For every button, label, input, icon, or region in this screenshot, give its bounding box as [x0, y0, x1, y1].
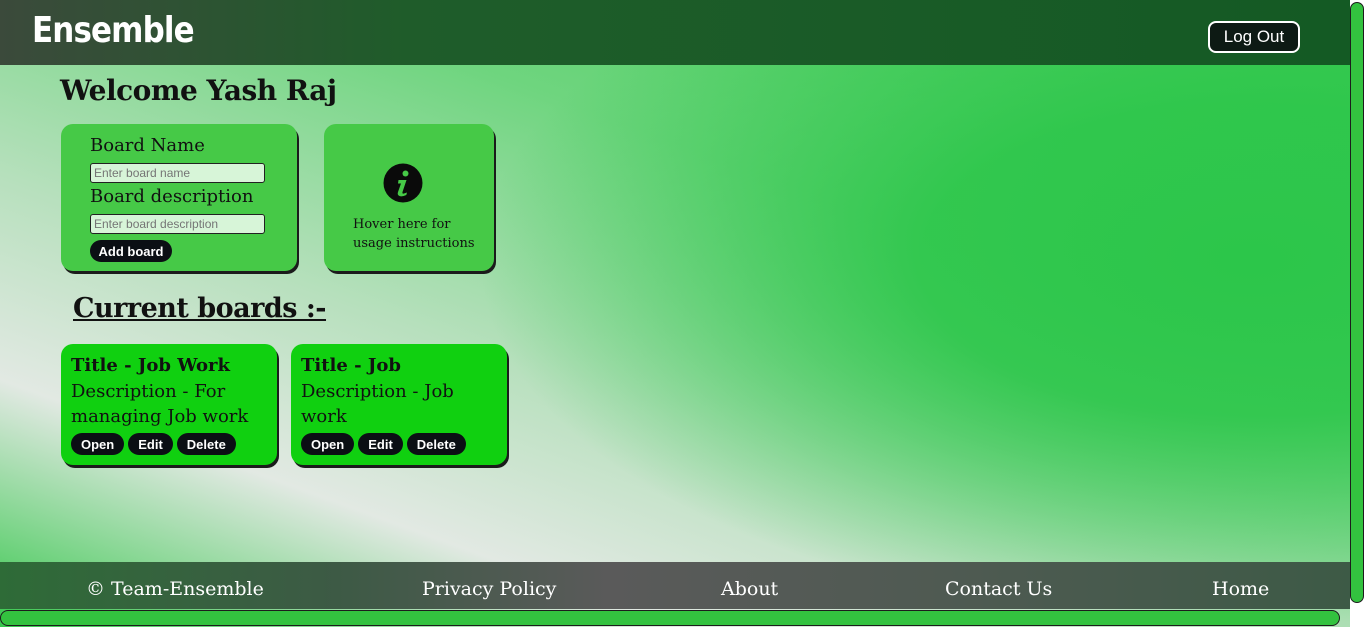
footer-copyright: © Team-Ensemble [86, 578, 264, 600]
current-boards-heading: Current boards :- [73, 293, 327, 324]
footer-link-about[interactable]: About [721, 578, 778, 600]
footer: © Team-Ensemble Privacy Policy About Con… [0, 562, 1350, 609]
open-board-button[interactable]: Open [71, 433, 125, 455]
board-actions: Open Edit Delete [71, 433, 236, 455]
footer-link-contact[interactable]: Contact Us [945, 578, 1052, 600]
welcome-heading: Welcome Yash Raj [60, 74, 337, 107]
board-description-label: Board description [90, 186, 254, 207]
delete-board-button[interactable]: Delete [406, 433, 466, 455]
add-board-card: Board Name Board description Add board [61, 124, 297, 271]
board-title: Title - Job [301, 355, 401, 376]
edit-board-button[interactable]: Edit [358, 433, 403, 455]
board-title: Title - Job Work [71, 355, 230, 376]
info-icon [383, 163, 423, 203]
logout-button[interactable]: Log Out [1208, 21, 1300, 53]
board-name-label: Board Name [90, 135, 205, 156]
board-card: Title - Job Work Description - For manag… [61, 344, 277, 465]
footer-link-home[interactable]: Home [1212, 578, 1269, 600]
page: Ensemble Log Out Welcome Yash Raj Board … [0, 0, 1364, 627]
footer-link-privacy[interactable]: Privacy Policy [422, 578, 556, 600]
vertical-scrollbar[interactable] [1350, 2, 1364, 603]
usage-instructions-text: Hover here for usage instructions [353, 217, 475, 251]
board-description-input[interactable] [90, 214, 265, 234]
horizontal-scrollbar[interactable] [0, 610, 1340, 626]
app-logo[interactable]: Ensemble [32, 10, 195, 51]
top-navbar: Ensemble Log Out [0, 0, 1350, 65]
add-board-button[interactable]: Add board [90, 240, 172, 262]
delete-board-button[interactable]: Delete [176, 433, 236, 455]
board-description: Description - Job work [301, 381, 454, 427]
board-name-input[interactable] [90, 163, 265, 183]
board-description: Description - For managing Job work [71, 381, 249, 427]
board-card: Title - Job Description - Job work Open … [291, 344, 507, 465]
open-board-button[interactable]: Open [301, 433, 355, 455]
board-actions: Open Edit Delete [301, 433, 466, 455]
edit-board-button[interactable]: Edit [128, 433, 173, 455]
usage-instructions-card[interactable]: Hover here for usage instructions [324, 124, 494, 271]
